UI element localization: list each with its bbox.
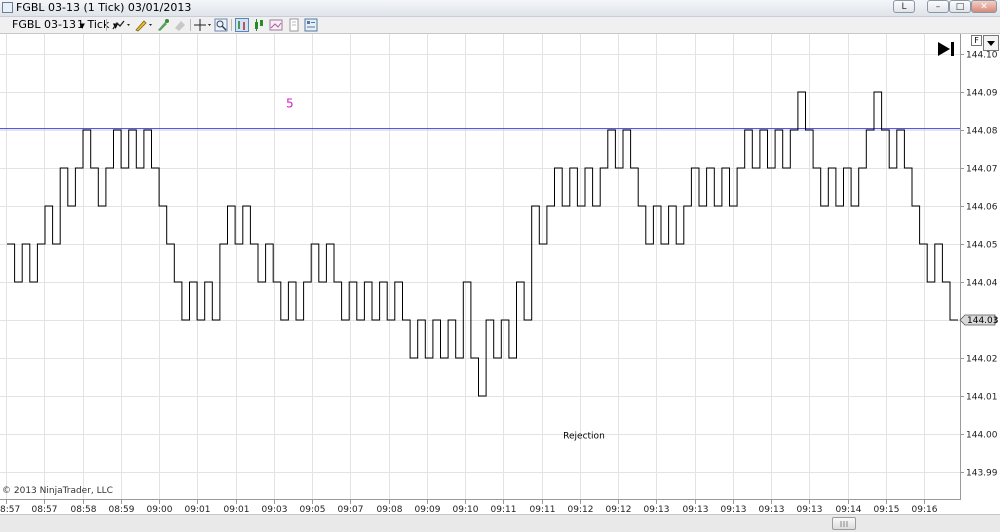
x-tick-label: 09:13 [683,505,709,514]
rejection-annotation: Rejection [563,431,605,441]
x-tick-label: 09:03 [262,505,288,514]
data-box-icon[interactable] [287,18,301,32]
y-axis-labels: 144.10144.09144.08144.07144.06144.05144.… [960,51,998,479]
chart-options-button[interactable] [983,35,999,51]
x-tick-label: 09:07 [338,505,364,514]
horizontal-scrollbar[interactable] [0,514,1000,532]
zoom-icon[interactable] [214,18,228,32]
vertical-grid [6,34,925,500]
pencil-icon[interactable] [134,18,154,32]
maximize-button[interactable]: □ [949,0,971,13]
y-tick-label: 144.07 [966,165,998,175]
bars-icon[interactable] [235,18,249,32]
window-title: FGBL 03-13 (1 Tick) 03/01/2013 [16,1,192,14]
toolbar-divider [190,19,191,31]
x-tick-label: 09:10 [453,505,479,514]
chart-toolbar: FGBL 03-13 ▼ 1 Tick ▼ [0,17,1000,34]
x-tick-label: 09:11 [491,505,517,514]
x-tick-label: 09:00 [147,505,173,514]
minimize-button[interactable]: – [927,0,949,13]
x-tick-label: 09:12 [568,505,594,514]
toolbar-divider [106,19,107,31]
x-tick-label: 09:13 [644,505,670,514]
copyright-text: © 2013 NinjaTrader, LLC [2,486,113,496]
y-tick-label: 144.05 [966,241,998,251]
y-tick-label: 144.02 [966,355,998,365]
properties-icon[interactable] [304,18,318,32]
x-tick-label: 09:01 [224,505,250,514]
x-tick-label: 08:57 [32,505,58,514]
chevron-down-icon [987,41,995,46]
grip-icon [840,521,848,527]
candle-icon[interactable] [252,18,266,32]
x-tick-label: 09:14 [836,505,862,514]
last-price-label: 144.03 [967,316,999,326]
y-tick-label: 144.00 [966,431,998,441]
x-tick-label: 09:11 [530,505,556,514]
crosshair-icon[interactable] [193,18,213,32]
y-tick-label: 144.04 [966,279,998,289]
x-tick-label: 08:59 [109,505,135,514]
eraser-icon[interactable] [173,18,187,32]
price-chart[interactable]: 8:57 08:57 08:58 08:59 09:00 09:01 09:01 09:03 0… [0,34,1000,514]
x-tick-label: 09:13 [721,505,747,514]
x-axis-labels: 8:57 08:57 08:58 08:59 09:00 09:01 09:01 09:03 0… [0,500,938,514]
x-tick-label: 08:58 [71,505,97,514]
y-tick-label: 143.99 [966,469,998,479]
x-tick-label: 09:16 [912,505,938,514]
instrument-selector[interactable]: FGBL 03-13 ▼ [12,18,85,31]
x-tick-label: 09:05 [300,505,326,514]
close-button[interactable]: ✕ [971,0,997,13]
x-tick-label: 09:15 [874,505,900,514]
x-tick-label: 09:13 [759,505,785,514]
chart-app-icon [2,2,13,13]
x-tick-label: 09:08 [377,505,403,514]
x-tick-label: 09:01 [185,505,211,514]
horizontal-line-label: 5 [286,97,294,111]
layout-button[interactable]: L [893,0,915,13]
price-format-icon[interactable]: F [971,35,982,46]
interval-label: 1 Tick [77,18,110,31]
scroll-to-end-icon[interactable] [938,42,954,56]
last-price-marker: 144.03 [959,314,999,326]
instrument-label: FGBL 03-13 [12,18,76,31]
y-tick-label: 144.08 [966,127,998,137]
y-tick-label: 144.06 [966,203,998,213]
scrollbar-thumb[interactable] [832,517,856,530]
y-tick-label: 144.09 [966,89,998,99]
y-tick-label: 144.01 [966,393,998,403]
x-tick-label: 09:12 [606,505,632,514]
title-bar: FGBL 03-13 (1 Tick) 03/01/2013 L – □ ✕ [0,0,1000,17]
toolbar-divider [231,19,232,31]
marker-icon[interactable] [156,18,170,32]
x-tick-label: 09:13 [797,505,823,514]
horizontal-grid [0,54,960,473]
x-tick-label: 09:09 [415,505,441,514]
image-icon[interactable] [269,18,283,32]
x-tick-label: 8:57 [0,505,20,514]
draw-line-icon[interactable] [112,18,132,32]
